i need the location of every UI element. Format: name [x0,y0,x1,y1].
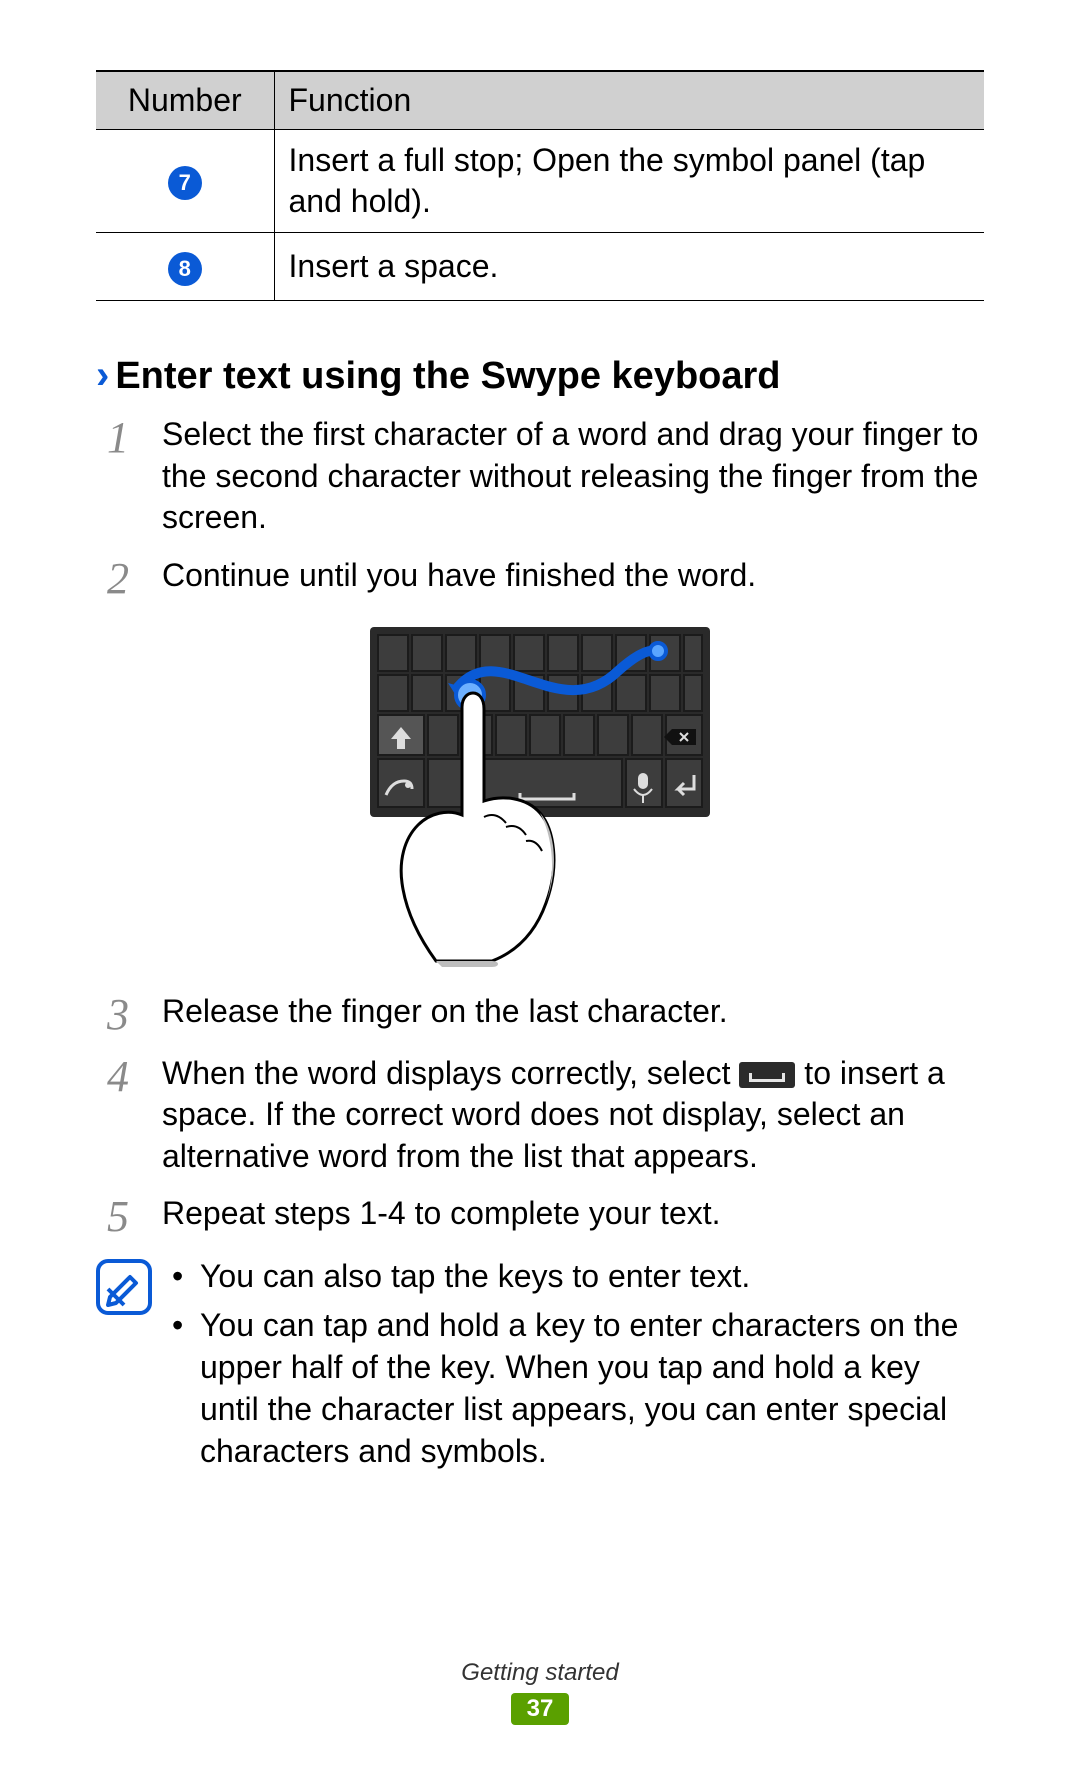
section-title: Enter text using the Swype keyboard [115,355,780,398]
function-table: Number Function 7 Insert a full stop; Op… [96,70,984,301]
footer-section-name: Getting started [0,1659,1080,1687]
step-text: Repeat steps 1-4 to complete your text. [162,1193,984,1239]
col-header-function: Function [274,71,984,130]
step-text: Continue until you have finished the wor… [162,555,984,601]
space-key-icon [739,1062,795,1088]
step-item: 4 When the word displays correctly, sele… [96,1053,984,1178]
step-item: 2 Continue until you have finished the w… [96,555,984,601]
table-row: 8 Insert a space. [96,232,984,300]
table-cell-num: 7 [96,130,274,233]
keyboard-finger-icon [350,617,730,967]
number-badge-icon: 8 [168,252,202,286]
step-number: 5 [96,1193,140,1239]
step-text-pre: When the word displays correctly, select [162,1055,739,1091]
page-footer: Getting started 37 [0,1659,1080,1725]
step-text: Select the first character of a word and… [162,414,984,539]
table-header-row: Number Function [96,71,984,130]
table-row: 7 Insert a full stop; Open the symbol pa… [96,130,984,233]
step-number: 1 [96,414,140,539]
step-item: 3 Release the finger on the last charact… [96,991,984,1037]
page-number-badge: 37 [511,1693,569,1725]
section-heading: › Enter text using the Swype keyboard [96,355,984,398]
manual-page: Number Function 7 Insert a full stop; Op… [0,0,1080,1771]
step-text: Release the finger on the last character… [162,991,984,1037]
chevron-right-icon: › [96,355,109,395]
step-number: 2 [96,555,140,601]
swype-illustration [96,617,984,967]
col-header-number: Number [96,71,274,130]
note-icon [96,1259,152,1315]
table-cell-function: Insert a space. [274,232,984,300]
note-list: You can also tap the keys to enter text.… [172,1255,984,1478]
steps-list: 1 Select the first character of a word a… [96,414,984,1479]
step-number: 4 [96,1053,140,1178]
step-item: 1 Select the first character of a word a… [96,414,984,539]
note-block: You can also tap the keys to enter text.… [96,1255,984,1478]
table-cell-function: Insert a full stop; Open the symbol pane… [274,130,984,233]
note-item: You can also tap the keys to enter text. [172,1255,984,1297]
number-badge-icon: 7 [168,166,202,200]
step-text: When the word displays correctly, select… [162,1053,984,1178]
table-cell-num: 8 [96,232,274,300]
step-number: 3 [96,991,140,1037]
step-item: 5 Repeat steps 1-4 to complete your text… [96,1193,984,1239]
note-item: You can tap and hold a key to enter char… [172,1304,984,1473]
